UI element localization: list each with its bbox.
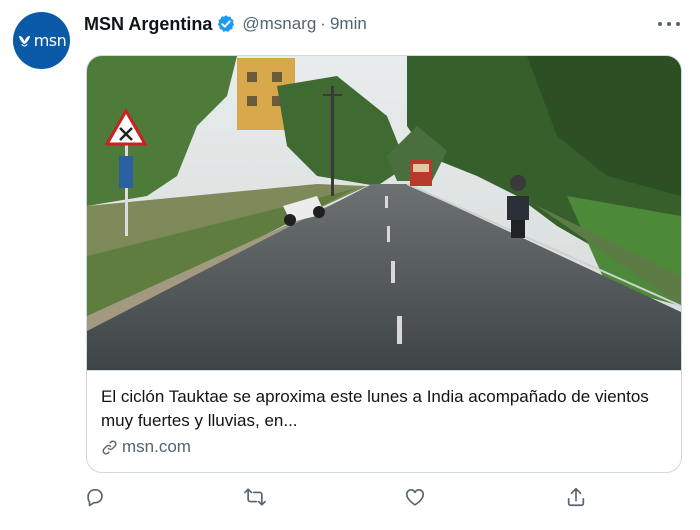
timestamp[interactable]: 9min bbox=[330, 14, 367, 34]
card-domain[interactable]: msn.com bbox=[101, 437, 667, 457]
more-options-icon[interactable] bbox=[658, 13, 680, 35]
link-card[interactable]: El ciclón Tauktae se aproxima este lunes… bbox=[86, 55, 682, 473]
tweet: msn MSN Argentina @msnarg · 9min El cicl… bbox=[0, 0, 700, 530]
avatar-logo-text: msn bbox=[33, 31, 67, 50]
link-icon bbox=[102, 440, 117, 454]
card-domain-text: msn.com bbox=[122, 437, 191, 456]
like-icon[interactable] bbox=[404, 486, 428, 510]
msn-butterfly-logo-icon bbox=[18, 35, 30, 47]
card-title[interactable]: El ciclón Tauktae se aproxima este lunes… bbox=[101, 385, 667, 433]
avatar[interactable]: msn bbox=[13, 12, 70, 69]
retweet-icon[interactable] bbox=[244, 486, 268, 510]
share-icon[interactable] bbox=[565, 486, 589, 510]
reply-icon[interactable] bbox=[84, 486, 108, 510]
verified-badge-icon bbox=[218, 15, 235, 32]
tweet-actions bbox=[84, 486, 594, 514]
separator-dot: · bbox=[320, 14, 326, 33]
tweet-header: MSN Argentina @msnarg · 9min bbox=[84, 11, 680, 37]
card-body: El ciclón Tauktae se aproxima este lunes… bbox=[87, 370, 681, 472]
author-handle[interactable]: @msnarg bbox=[242, 14, 316, 34]
card-image[interactable] bbox=[87, 56, 681, 370]
author-name[interactable]: MSN Argentina bbox=[84, 14, 212, 35]
